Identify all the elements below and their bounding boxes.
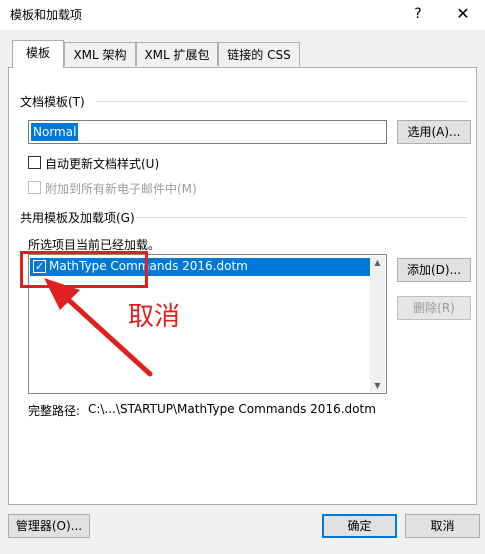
- ok-button[interactable]: 确定: [322, 514, 397, 538]
- organizer-button[interactable]: 管理器(O)...: [8, 514, 90, 538]
- tab-templates[interactable]: 模板: [12, 40, 64, 68]
- annotation-label: 取消: [128, 302, 181, 332]
- cancel-button[interactable]: 取消: [405, 514, 480, 538]
- annotation-arrow-icon: [44, 278, 153, 377]
